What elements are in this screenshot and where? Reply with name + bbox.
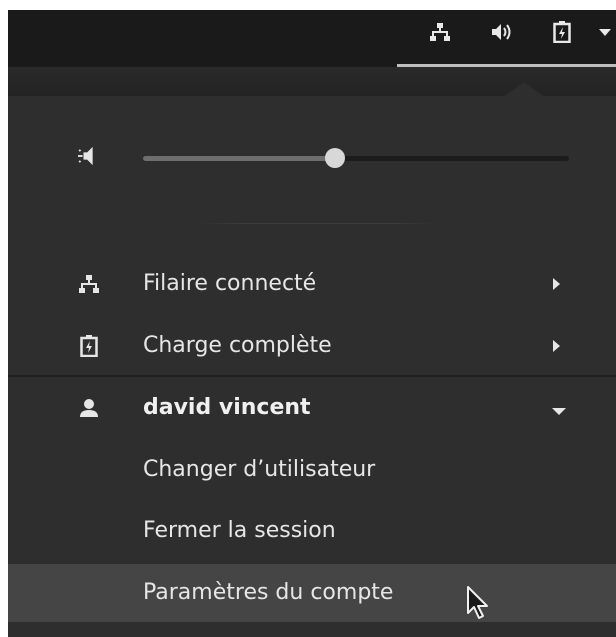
- battery-status-item[interactable]: Charge complète: [8, 317, 616, 375]
- battery-status-label: Charge complète: [143, 333, 332, 358]
- volume-slider[interactable]: [143, 148, 569, 168]
- account-settings-label: Paramètres du compte: [143, 580, 394, 605]
- system-menu: Filaire connecté Charge complète david v…: [8, 96, 616, 637]
- volume-slider-fill: [143, 156, 335, 161]
- speaker-muted-icon[interactable]: [78, 145, 100, 167]
- tray-active-indicator: [397, 64, 616, 67]
- battery-charging-icon: [78, 335, 100, 357]
- chevron-right-icon: [548, 338, 564, 354]
- separator: [198, 223, 438, 224]
- user-icon: [78, 397, 100, 419]
- network-wired-icon[interactable]: [428, 20, 452, 44]
- chevron-down-icon: [551, 403, 567, 419]
- speaker-volume-icon[interactable]: [489, 20, 513, 44]
- user-name: david vincent: [143, 395, 311, 420]
- user-menu-item[interactable]: david vincent: [8, 379, 616, 437]
- mouse-pointer-icon: [466, 585, 492, 625]
- switch-user-label: Changer d’utilisateur: [143, 457, 376, 482]
- wired-connection-item[interactable]: Filaire connecté: [8, 255, 616, 313]
- caret-down-icon[interactable]: [593, 20, 616, 44]
- top-bar: [8, 10, 616, 67]
- log-out-label: Fermer la session: [143, 518, 336, 543]
- chevron-right-icon: [548, 276, 564, 292]
- network-wired-icon: [78, 273, 100, 295]
- volume-slider-knob[interactable]: [324, 148, 345, 168]
- volume-row: [8, 130, 616, 186]
- log-out-item[interactable]: Fermer la session: [8, 502, 616, 560]
- battery-charging-icon[interactable]: [550, 20, 574, 44]
- account-settings-item[interactable]: Paramètres du compte: [8, 564, 616, 622]
- wired-connection-label: Filaire connecté: [143, 271, 317, 296]
- divider: [8, 375, 616, 377]
- switch-user-item[interactable]: Changer d’utilisateur: [8, 441, 616, 499]
